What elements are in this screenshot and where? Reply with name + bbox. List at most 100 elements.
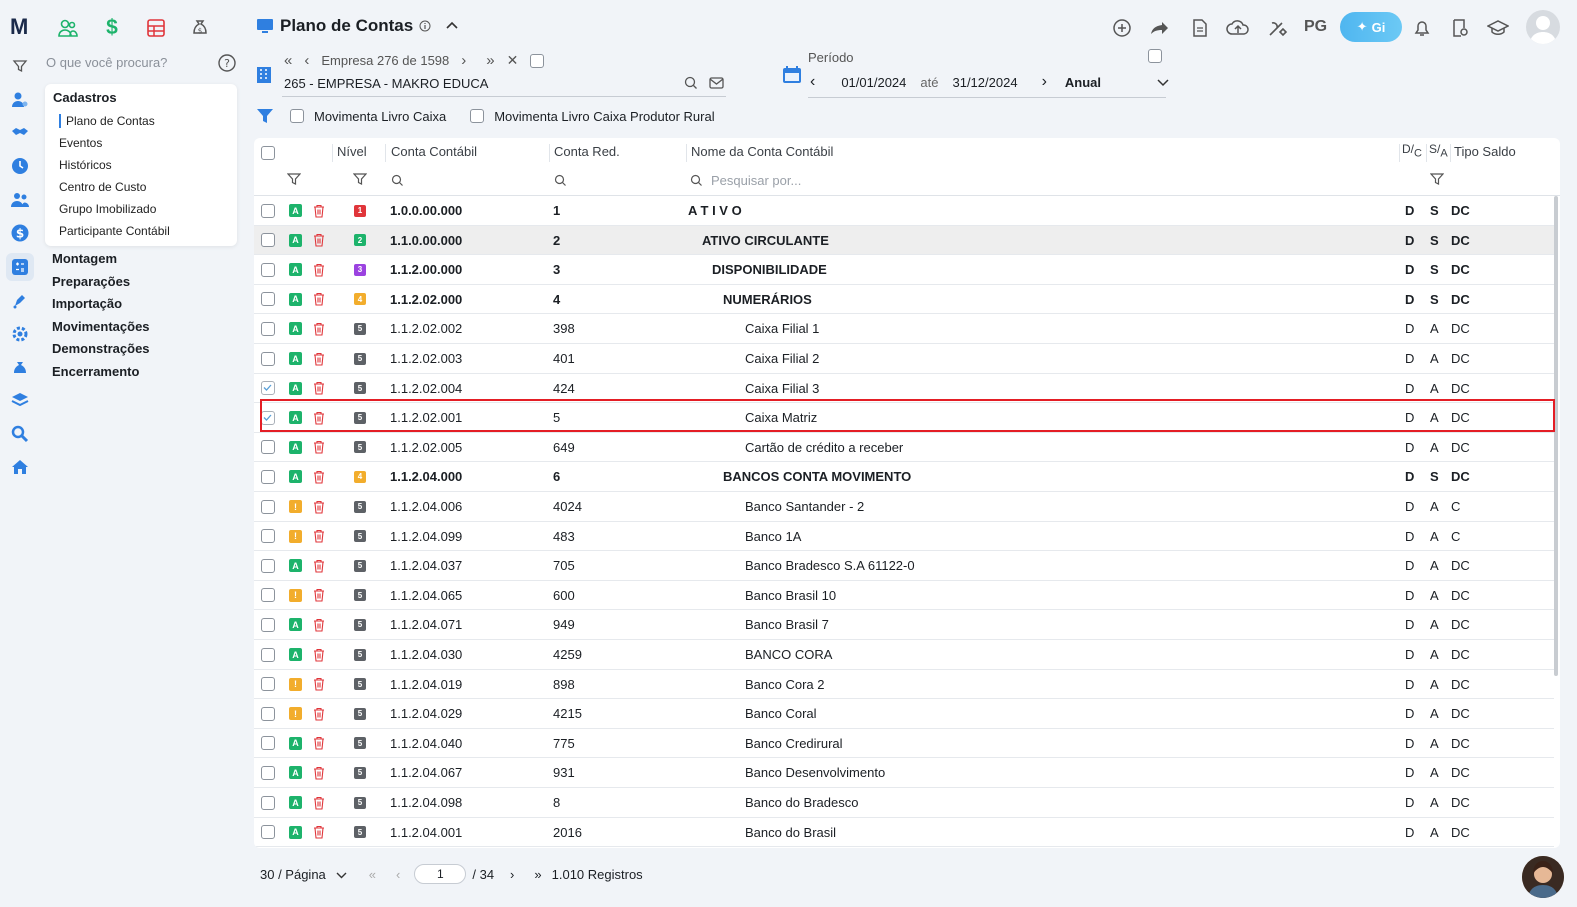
gi-assistant-button[interactable]: ✦ Gi [1340, 12, 1402, 42]
menu-item-participante-contabil[interactable]: Participante Contábil [59, 224, 170, 238]
menu-item-demonstracoes[interactable]: Demonstrações [52, 341, 150, 356]
share-icon[interactable] [1148, 16, 1172, 40]
handshake-icon[interactable] [8, 120, 32, 144]
table-row[interactable]: A 5 1.1.2.02.005 649 Cartão de crédito a rec… [254, 433, 1554, 463]
row-checkbox[interactable] [261, 351, 275, 366]
money-icon[interactable]: $ [8, 221, 32, 245]
users-icon[interactable] [8, 188, 32, 212]
clock-icon[interactable] [8, 154, 32, 178]
search-input[interactable]: O que você procura? [46, 55, 167, 70]
page-number-input[interactable]: 1 [414, 864, 467, 884]
row-checkbox[interactable] [261, 292, 275, 307]
status-filter-icon[interactable] [287, 172, 301, 186]
trash-icon[interactable] [313, 758, 325, 787]
table-row[interactable]: A 2 1.1.0.00.000 2 ATIVO CIRCULANTE D S DC [254, 225, 1554, 256]
menu-item-movimentacoes[interactable]: Movimentações [52, 319, 150, 334]
table-row[interactable]: A 5 1.1.2.02.001 5 Caixa Matriz D A DC [254, 403, 1554, 433]
money-sack-icon[interactable]: $ [188, 16, 212, 40]
row-checkbox[interactable] [261, 825, 275, 840]
trash-icon[interactable] [313, 640, 325, 669]
trash-icon[interactable] [313, 374, 325, 403]
table-row[interactable]: ! 5 1.1.2.04.065 600 Banco Brasil 10 D A DC [254, 581, 1554, 611]
table-row[interactable]: A 5 1.1.2.02.002 398 Caixa Filial 1 D A DC [254, 314, 1554, 344]
menu-item-eventos[interactable]: Eventos [59, 136, 102, 150]
trash-icon[interactable] [313, 255, 325, 284]
conta-search-icon[interactable] [391, 174, 404, 187]
add-circle-icon[interactable] [1110, 16, 1134, 40]
tools-icon[interactable] [1265, 16, 1289, 40]
row-checkbox[interactable] [261, 765, 275, 780]
trash-icon[interactable] [313, 344, 325, 373]
prev-company-button[interactable]: ‹ [304, 52, 309, 69]
table-row[interactable]: A 5 1.1.2.04.001 2016 Banco do Brasil D A DC [254, 818, 1554, 848]
accounting-icon[interactable] [6, 253, 34, 281]
livro-caixa-label[interactable]: Movimenta Livro Caixa [314, 109, 446, 124]
row-checkbox[interactable] [261, 203, 275, 218]
trash-icon[interactable] [313, 492, 325, 521]
nivel-filter-icon[interactable] [353, 172, 367, 186]
layers-icon[interactable] [8, 388, 32, 412]
table-row[interactable]: A 4 1.1.2.02.000 4 NUMERÁRIOS D S DC [254, 285, 1554, 315]
table-row[interactable]: A 5 1.1.2.04.037 705 Banco Bradesco S.A 6112… [254, 551, 1554, 581]
table-row[interactable]: A 5 1.1.2.04.030 4259 BANCO CORA D A DC [254, 640, 1554, 670]
company-search-icon[interactable] [684, 76, 698, 95]
prev-page-button[interactable]: ‹ [396, 867, 400, 882]
trash-icon[interactable] [313, 462, 325, 491]
last-page-button[interactable]: » [534, 867, 541, 882]
user-avatar[interactable] [1526, 10, 1560, 44]
menu-section-title[interactable]: Cadastros [53, 90, 117, 105]
menu-item-plano-de-contas[interactable]: Plano de Contas [59, 114, 155, 128]
trash-icon[interactable] [313, 581, 325, 610]
header-conta-contabil[interactable]: Conta Contábil [391, 144, 477, 159]
header-nome-conta[interactable]: Nome da Conta Contábil [691, 144, 833, 159]
trash-icon[interactable] [313, 670, 325, 699]
menu-item-montagem[interactable]: Montagem [52, 251, 117, 266]
company-checkbox[interactable] [530, 53, 545, 68]
bell-icon[interactable] [1410, 16, 1434, 40]
table-row[interactable]: A 5 1.1.2.04.071 949 Banco Brasil 7 D A DC [254, 610, 1554, 640]
next-period-button[interactable]: › [1042, 73, 1047, 91]
sa-filter-icon[interactable] [1430, 172, 1444, 186]
menu-item-importacao[interactable]: Importação [52, 296, 122, 311]
info-icon[interactable] [419, 20, 431, 32]
table-row[interactable]: A 5 1.1.2.02.003 401 Caixa Filial 2 D A DC [254, 344, 1554, 374]
row-checkbox[interactable] [261, 381, 275, 396]
trash-icon[interactable] [313, 610, 325, 639]
period-start-input[interactable]: 01/01/2024 [841, 75, 906, 90]
gear-icon[interactable] [8, 322, 32, 346]
company-name[interactable]: 265 - EMPRESA - MAKRO EDUCA [284, 76, 488, 91]
pen-icon[interactable] [8, 289, 32, 313]
filter-icon[interactable] [8, 54, 32, 78]
row-checkbox[interactable] [261, 321, 275, 336]
row-checkbox[interactable] [261, 647, 275, 662]
menu-item-historicos[interactable]: Históricos [59, 158, 112, 172]
assistant-avatar[interactable] [1522, 856, 1564, 898]
red-search-icon[interactable] [554, 174, 567, 187]
home-icon[interactable] [8, 455, 32, 479]
periodo-checkbox[interactable] [1148, 49, 1162, 63]
nome-search-input[interactable]: Pesquisar por... [711, 173, 801, 188]
trash-icon[interactable] [313, 699, 325, 728]
header-dc[interactable]: D/C [1402, 142, 1422, 159]
menu-item-grupo-imobilizado[interactable]: Grupo Imobilizado [59, 202, 156, 216]
help-icon[interactable]: ? [218, 54, 236, 77]
funnel-icon[interactable] [256, 107, 274, 125]
first-company-button[interactable]: « [284, 52, 292, 69]
table-row[interactable]: A 3 1.1.2.00.000 3 DISPONIBILIDADE D S DC [254, 255, 1554, 285]
trash-icon[interactable] [313, 788, 325, 817]
row-checkbox[interactable] [261, 233, 275, 248]
row-checkbox[interactable] [261, 440, 275, 455]
header-sa[interactable]: S/A [1429, 142, 1448, 159]
brand-logo[interactable]: M [10, 14, 28, 40]
menu-item-encerramento[interactable]: Encerramento [52, 364, 139, 379]
row-checkbox[interactable] [261, 617, 275, 632]
trash-icon[interactable] [313, 403, 325, 432]
clear-company-button[interactable]: ✕ [507, 52, 519, 69]
trash-icon[interactable] [313, 226, 325, 255]
trash-icon[interactable] [313, 729, 325, 758]
nome-search-icon[interactable] [690, 174, 703, 187]
row-checkbox[interactable] [261, 736, 275, 751]
table-row[interactable]: ! 5 1.1.2.04.006 4024 Banco Santander - 2 DAC [254, 492, 1554, 522]
select-all-checkbox[interactable] [261, 146, 275, 160]
table-row[interactable]: ! 5 1.1.2.04.029 4215 Banco Coral D A DC [254, 699, 1554, 729]
